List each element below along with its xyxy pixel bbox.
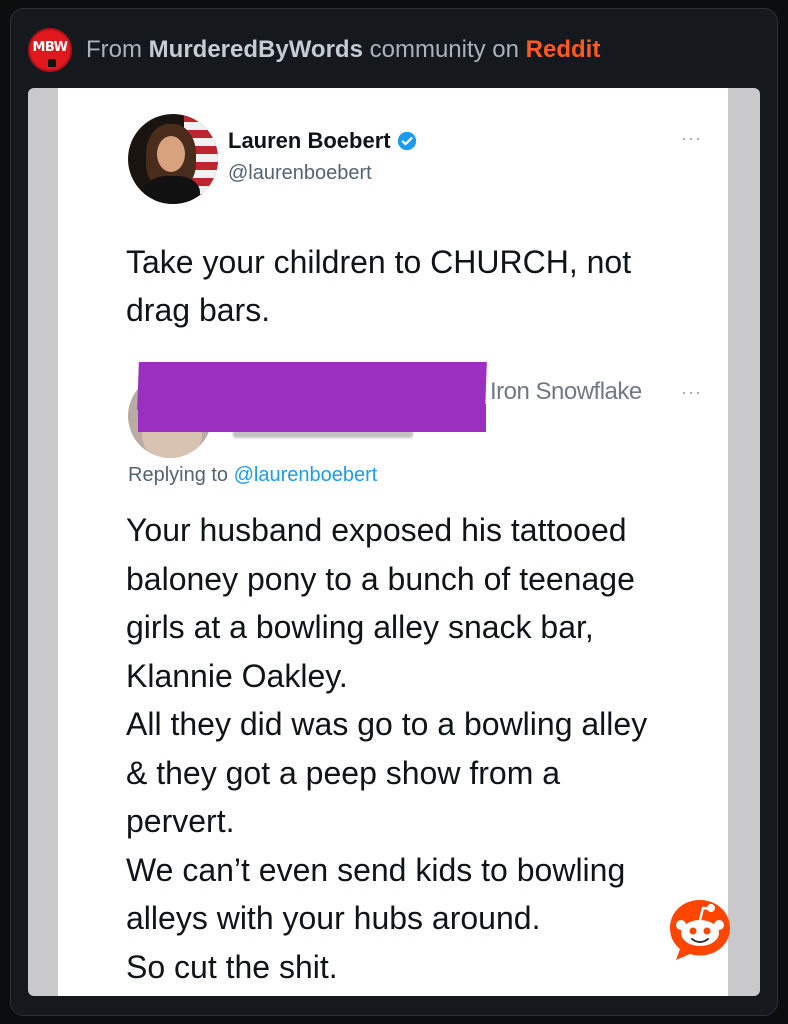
reply-line: & they got a peep show from a [126,754,561,791]
reply-line: All they did was go to a bowling alley [126,706,648,742]
badge-text: MBW [32,39,68,55]
author-handle: @laurenboebert [228,162,372,184]
tweet-body: Take your children to CHURCH, not drag b… [126,238,716,334]
reply-line: baloney pony to a bunch of teenage [126,560,635,597]
tweet-line: Take your children to CHURCH, not [126,244,632,280]
more-icon: ··· [681,128,702,148]
post-header: MBW From MurderedByWords community on Re… [28,28,600,72]
reply-display-name: Iron Snowflake [490,378,642,405]
reply-line: We can’t even send kids to bowling [126,851,626,888]
platform-link[interactable]: Reddit [526,36,601,63]
replying-prefix: Replying to [128,464,234,486]
reply-body: Your husband exposed his tattooed balone… [126,506,726,991]
author-name: Lauren Boebert [228,128,391,153]
reply-line: Klannie Oakley. [126,657,348,694]
verified-icon [397,131,416,151]
author-avatar [128,114,218,204]
redaction-bar [137,362,487,410]
source-middle: community on [362,36,526,63]
reply-line: So cut the shit. [126,948,338,985]
source-prefix: From [86,36,149,63]
redaction-bar [138,404,486,432]
replying-to: Replying to @laurenboebert [128,464,377,487]
reply-line: girls at a bowling alley snack bar, [126,609,594,645]
more-icon: ··· [681,382,702,402]
reply-line: alleys with your hubs around. [126,900,541,936]
source-line: From MurderedByWords community on Reddit [86,36,600,64]
reply-line: pervert. [126,803,235,839]
author-name-row: Lauren Boebert [228,128,417,154]
snoo-icon [670,900,730,960]
replying-mention: @laurenboebert [233,464,378,486]
subreddit-badge-icon[interactable]: MBW [28,28,72,72]
subreddit-link[interactable]: MurderedByWords [149,36,363,63]
reply-line: Your husband exposed his tattooed [126,512,627,548]
tweet-screenshot: Lauren Boebert @laurenboebert ··· Take y… [58,88,728,996]
post-image[interactable]: Lauren Boebert @laurenboebert ··· Take y… [28,88,760,996]
tweet-line: drag bars. [126,292,271,328]
